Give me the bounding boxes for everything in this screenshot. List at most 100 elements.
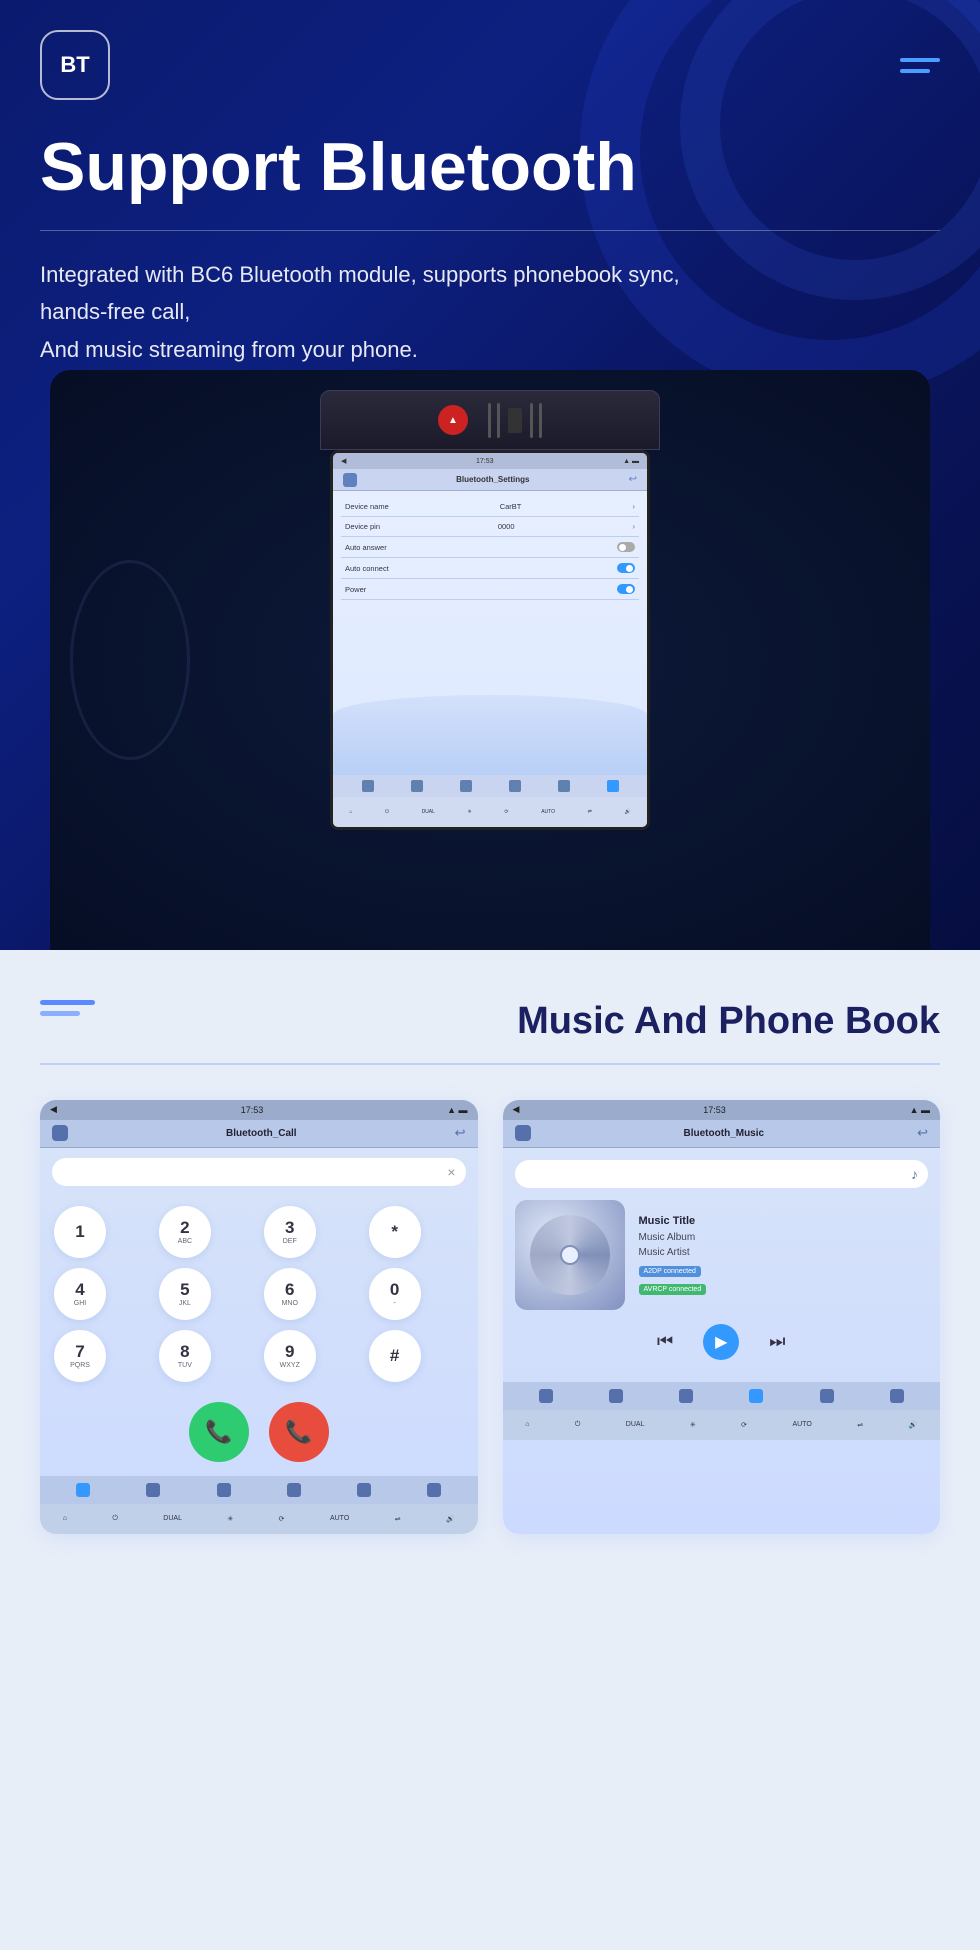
dial-key-6[interactable]: 6MNO xyxy=(264,1268,316,1320)
auto-answer-label: Auto answer xyxy=(345,543,387,552)
dial-key-2-sub: ABC xyxy=(178,1238,192,1245)
music-nav-bt[interactable] xyxy=(890,1389,904,1403)
music-nav-grid[interactable] xyxy=(539,1389,553,1403)
climate-ac[interactable]: ⟳ xyxy=(504,809,508,815)
music-nav-clip[interactable] xyxy=(820,1389,834,1403)
call-search-bar[interactable]: × xyxy=(52,1158,466,1186)
screen-home-icon[interactable] xyxy=(343,473,357,487)
end-call-button[interactable]: 📞 xyxy=(269,1402,329,1462)
screen-row-auto-connect[interactable]: Auto connect xyxy=(341,558,639,579)
call-nav-bt[interactable] xyxy=(427,1483,441,1497)
music-home-icon[interactable] xyxy=(515,1125,531,1141)
next-button[interactable]: ⏭ xyxy=(769,1331,785,1352)
climate-fan[interactable]: ✳ xyxy=(468,809,472,815)
section-title: Music And Phone Book xyxy=(517,1000,940,1043)
power-toggle[interactable] xyxy=(617,584,635,594)
auto-answer-toggle[interactable] xyxy=(617,542,635,552)
climate-sync[interactable]: ⇌ xyxy=(588,809,592,815)
car-display: ▲ ◀ 17:53 ▲ ▬ xyxy=(50,370,930,950)
center-screen[interactable]: ◀ 17:53 ▲ ▬ Bluetooth_Settings ↩ xyxy=(330,450,650,830)
dial-key-9[interactable]: 9WXYZ xyxy=(264,1330,316,1382)
dial-key-2[interactable]: 2ABC xyxy=(159,1206,211,1258)
climate-auto[interactable]: AUTO xyxy=(541,809,555,815)
call-climate-power[interactable]: ⏻ xyxy=(112,1515,118,1523)
nav-phone-icon[interactable] xyxy=(460,780,472,792)
music-climate-fan[interactable]: ✳ xyxy=(690,1421,696,1429)
call-nav-grid[interactable] xyxy=(76,1483,90,1497)
dial-key-3[interactable]: 3DEF xyxy=(264,1206,316,1258)
hero-description: Integrated with BC6 Bluetooth module, su… xyxy=(40,256,740,368)
climate-dual[interactable]: DUAL xyxy=(422,809,435,815)
dial-key-3-sub: DEF xyxy=(283,1238,297,1245)
dial-key-8[interactable]: 8TUV xyxy=(159,1330,211,1382)
hero-desc-line2: And music streaming from your phone. xyxy=(40,337,418,362)
music-back-nav[interactable]: ↩ xyxy=(917,1125,928,1141)
screen-row-auto-answer[interactable]: Auto answer xyxy=(341,537,639,558)
dial-key-hash[interactable]: # xyxy=(369,1330,421,1382)
menu-icon[interactable] xyxy=(900,58,940,73)
dial-key-5[interactable]: 5JKL xyxy=(159,1268,211,1320)
climate-home[interactable]: ⌂ xyxy=(349,809,352,815)
call-climate-fan[interactable]: ✳ xyxy=(227,1515,233,1523)
music-icons: ▲ ▬ xyxy=(910,1105,930,1115)
music-nav-phone[interactable] xyxy=(679,1389,693,1403)
dial-key-1[interactable]: 1 xyxy=(54,1206,106,1258)
music-climate-vol[interactable]: 🔊 xyxy=(908,1421,917,1429)
climate-vol[interactable]: 🔊 xyxy=(624,809,630,815)
screen-row-power[interactable]: Power xyxy=(341,579,639,600)
dial-key-4[interactable]: 4GHI xyxy=(54,1268,106,1320)
call-icons: ▲ ▬ xyxy=(447,1105,467,1115)
music-search-bar[interactable]: ♪ xyxy=(515,1160,929,1188)
search-clear-icon[interactable]: × xyxy=(447,1164,455,1180)
answer-button[interactable]: 📞 xyxy=(189,1402,249,1462)
play-button[interactable]: ▶ xyxy=(703,1324,739,1360)
climate-power[interactable]: ⏻ xyxy=(385,809,389,815)
call-nav-phone[interactable] xyxy=(217,1483,231,1497)
nav-bt-icon[interactable] xyxy=(607,780,619,792)
call-climate-sync[interactable]: ⇌ xyxy=(395,1515,401,1523)
screen-title: Bluetooth_Settings xyxy=(456,475,529,484)
screen-back-nav[interactable]: ↩ xyxy=(629,474,637,485)
screen-back-icon[interactable]: ◀ xyxy=(341,457,346,465)
nav-contacts-icon[interactable] xyxy=(411,780,423,792)
music-player-area: Music Title Music Album Music Artist A2D… xyxy=(515,1200,929,1310)
auto-connect-toggle[interactable] xyxy=(617,563,635,573)
music-climate-bar: ⌂ ⏻ DUAL ✳ ⟳ AUTO ⇌ 🔊 xyxy=(503,1410,941,1440)
section-menu-icon[interactable] xyxy=(40,1000,95,1016)
screen-row-device-name[interactable]: Device name CarBT › xyxy=(341,497,639,517)
call-bottom-nav xyxy=(40,1476,478,1504)
dial-key-0[interactable]: 0- xyxy=(369,1268,421,1320)
call-climate-home[interactable]: ⌂ xyxy=(63,1515,67,1522)
call-nav-contacts[interactable] xyxy=(146,1483,160,1497)
hazard-button[interactable]: ▲ xyxy=(438,405,468,435)
dial-key-star[interactable]: * xyxy=(369,1206,421,1258)
call-climate-dual[interactable]: DUAL xyxy=(163,1515,182,1522)
music-climate-power[interactable]: ⏻ xyxy=(575,1421,581,1429)
call-climate-auto[interactable]: AUTO xyxy=(330,1515,349,1522)
call-nav-clip[interactable] xyxy=(357,1483,371,1497)
music-nav-contacts[interactable] xyxy=(609,1389,623,1403)
hero-section: BT Support Bluetooth Integrated with BC6… xyxy=(0,0,980,950)
music-back-icon[interactable]: ◀ xyxy=(513,1104,520,1115)
call-nav-music[interactable] xyxy=(287,1483,301,1497)
center-console: ▲ ◀ 17:53 ▲ ▬ xyxy=(320,390,660,830)
nav-grid-icon[interactable] xyxy=(362,780,374,792)
call-back-icon[interactable]: ◀ xyxy=(50,1104,57,1115)
call-home-icon[interactable] xyxy=(52,1125,68,1141)
nav-music-icon[interactable] xyxy=(509,780,521,792)
call-back-nav[interactable]: ↩ xyxy=(455,1125,466,1141)
music-climate-sync[interactable]: ⇌ xyxy=(857,1421,863,1429)
dial-key-8-sub: TUV xyxy=(178,1362,192,1369)
dial-key-7[interactable]: 7PQRS xyxy=(54,1330,106,1382)
call-climate-ac[interactable]: ⟳ xyxy=(279,1515,285,1523)
music-nav-music[interactable] xyxy=(749,1389,763,1403)
prev-button[interactable]: ⏮ xyxy=(657,1331,673,1352)
music-climate-home[interactable]: ⌂ xyxy=(525,1421,529,1428)
album-disc-center xyxy=(560,1245,580,1265)
screen-row-device-pin[interactable]: Device pin 0000 › xyxy=(341,517,639,537)
call-climate-vol[interactable]: 🔊 xyxy=(446,1515,455,1523)
music-climate-ac[interactable]: ⟳ xyxy=(741,1421,747,1429)
music-climate-dual[interactable]: DUAL xyxy=(626,1421,645,1428)
nav-clip-icon[interactable] xyxy=(558,780,570,792)
music-climate-auto[interactable]: AUTO xyxy=(792,1421,811,1428)
